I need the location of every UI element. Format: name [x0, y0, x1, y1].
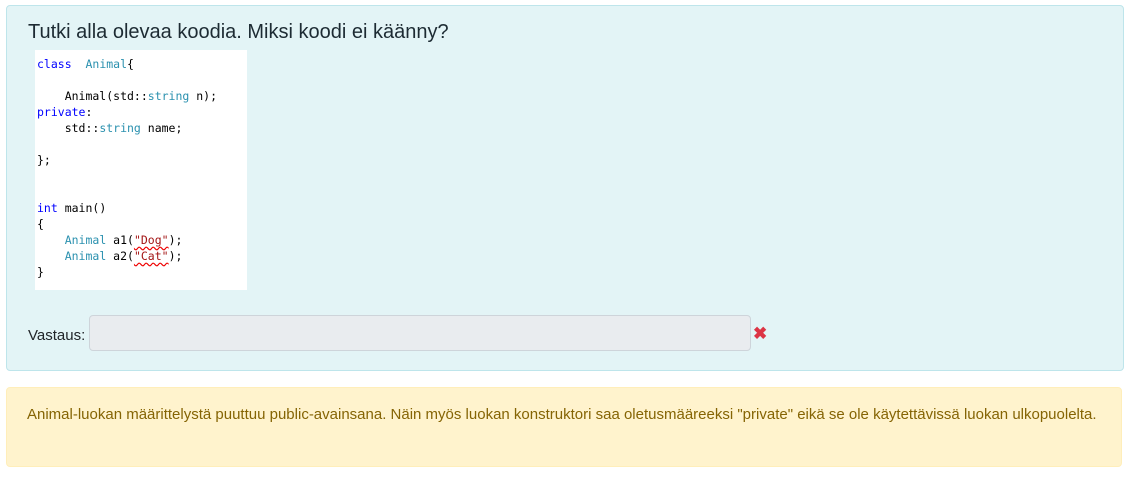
- code-token: std::: [37, 121, 100, 135]
- code-token: main(): [57, 201, 107, 215]
- code-line: }: [35, 264, 247, 280]
- code-token: );: [168, 233, 183, 247]
- code-line: private:: [35, 104, 247, 120]
- code-line: {: [35, 216, 247, 232]
- question-panel: Tutki alla olevaa koodia. Miksi koodi ei…: [6, 5, 1124, 371]
- code-line: int main(): [35, 200, 247, 216]
- code-token: :: [85, 105, 93, 119]
- code-token: n);: [189, 89, 218, 103]
- question-title: Tutki alla olevaa koodia. Miksi koodi ei…: [28, 21, 449, 43]
- code-token: int: [37, 201, 58, 215]
- answer-label: Vastaus:: [28, 327, 86, 344]
- code-token: name;: [140, 121, 183, 135]
- code-token: a2(: [106, 249, 134, 263]
- code-token: Animal: [64, 233, 107, 247]
- code-line: };: [35, 152, 247, 168]
- feedback-text: Animal-luokan määrittelystä puuttuu publ…: [27, 406, 1097, 423]
- code-line: Animal a2("Cat");: [35, 248, 247, 264]
- answer-input[interactable]: [89, 315, 751, 351]
- code-line: class Animal{: [35, 56, 247, 72]
- code-token: {: [37, 217, 44, 231]
- code-token: class: [37, 57, 72, 71]
- code-token: string: [99, 121, 141, 135]
- code-image: class Animal{ Animal(std::string n); priv…: [35, 50, 247, 290]
- code-token: Animal: [64, 249, 107, 263]
- code-token: string: [147, 89, 190, 103]
- code-token: "Dog": [133, 233, 169, 247]
- code-token: {: [127, 57, 134, 71]
- feedback-alert: Animal-luokan määrittelystä puuttuu publ…: [6, 387, 1122, 467]
- code-token: "Cat": [133, 249, 169, 263]
- code-line: std::string name;: [35, 120, 247, 136]
- code-token: private: [37, 105, 86, 119]
- wrong-x-icon: ✖: [753, 324, 768, 343]
- code-token: );: [168, 249, 183, 263]
- code-token: Animal: [85, 57, 128, 71]
- code-line: Animal a1("Dog");: [35, 232, 247, 248]
- code-token: a1(: [106, 233, 134, 247]
- code-token: Animal(std::: [37, 89, 148, 103]
- code-token: }: [37, 265, 44, 279]
- code-token: };: [37, 153, 51, 167]
- code-line: Animal(std::string n);: [35, 88, 247, 104]
